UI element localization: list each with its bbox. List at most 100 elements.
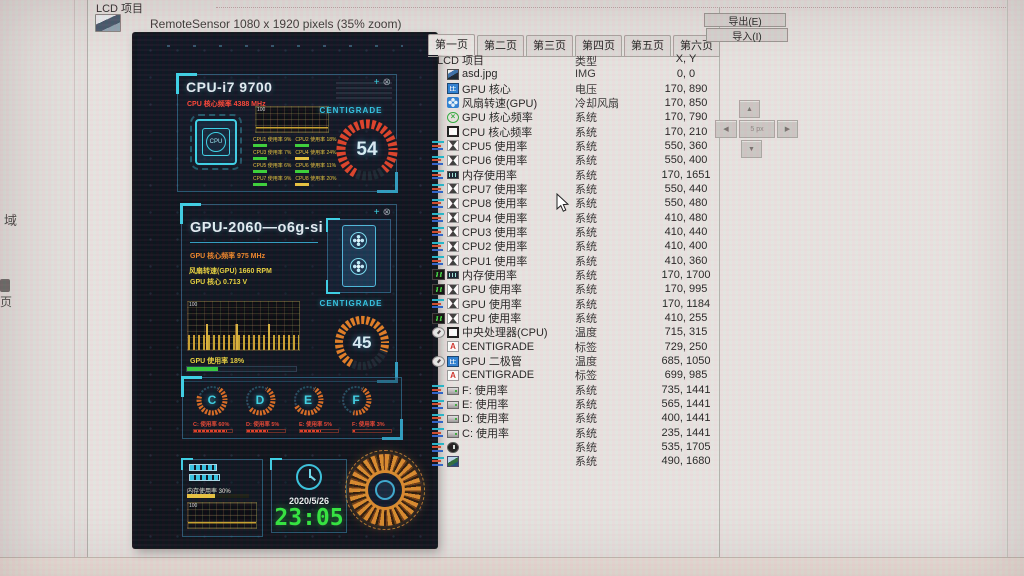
- cpu-chip-icon: CPU: [190, 114, 242, 170]
- table-row[interactable]: CPU6 使用率 系统 550, 400: [428, 153, 719, 167]
- table-row[interactable]: CPU3 使用率 系统 410, 440: [428, 225, 719, 239]
- cpu-core-usage: CPU2 使用率 18%: [295, 136, 336, 147]
- item-name: asd.jpg: [462, 68, 498, 81]
- table-row[interactable]: GPU 核心频率系统170, 790: [428, 110, 719, 124]
- nudge-down-button[interactable]: ▼: [741, 140, 762, 158]
- table-row[interactable]: 内存使用率 系统 170, 1651: [428, 167, 719, 182]
- chip-icon: [447, 83, 459, 95]
- table-row[interactable]: GPU 核心 电压 170, 890: [428, 81, 719, 96]
- nudge-left-button[interactable]: ◀: [715, 120, 737, 138]
- table-row[interactable]: CPU 使用率 系统 410, 255: [428, 311, 719, 325]
- table-row[interactable]: CPU7 使用率 系统 550, 440: [428, 182, 719, 196]
- table-row[interactable]: CENTIGRADE标签699, 985: [428, 368, 719, 382]
- item-xy: 170, 890: [664, 82, 708, 95]
- bars-icon: [432, 140, 445, 152]
- table-row[interactable]: 系统 535, 1705: [428, 440, 719, 454]
- arrow-down-icon: ▼: [748, 145, 755, 153]
- hourglass-icon: [447, 298, 459, 310]
- close-icon[interactable]: ⊗: [383, 207, 391, 218]
- hourglass-icon: [447, 154, 459, 166]
- panel-divider: [74, 0, 75, 576]
- table-row[interactable]: CPU5 使用率 系统 550, 360: [428, 139, 719, 153]
- close-icon[interactable]: ⊗: [383, 77, 391, 88]
- table-row[interactable]: GPU 使用率 系统 170, 1184: [428, 297, 719, 311]
- bars-icon: [432, 384, 445, 396]
- graph-icon: [432, 269, 445, 281]
- table-row[interactable]: CENTIGRADE标签729, 250: [428, 340, 719, 354]
- import-button[interactable]: 导入(I): [706, 28, 788, 43]
- table-row[interactable]: CPU8 使用率 系统 550, 480: [428, 196, 719, 210]
- table-row[interactable]: GPU 二极管 温度 685, 1050: [428, 354, 719, 368]
- gpu-centigrade-label: CENTIGRADE: [319, 299, 383, 308]
- table-row[interactable]: E: 使用率 系统 565, 1441: [428, 397, 719, 411]
- bars-icon: [432, 412, 445, 424]
- cpu-core-usage: CPU7 使用率 9%: [253, 175, 291, 186]
- chart-max-label: 100: [189, 503, 198, 509]
- core-usage-bar: [253, 170, 267, 173]
- table-divider: [719, 8, 720, 576]
- drive-usage-bar: [352, 429, 392, 433]
- gpu-usage-chart: 100: [187, 301, 300, 351]
- gpu-usage-label: GPU 使用率 18%: [190, 358, 245, 365]
- mouse-cursor: [556, 192, 570, 218]
- item-xy: 685, 1050: [661, 355, 711, 368]
- core-usage-bar: [295, 183, 310, 186]
- table-row[interactable]: GPU 使用率 系统 170, 995: [428, 282, 719, 296]
- hourglass-icon: [447, 240, 459, 252]
- drive-usage-label: D: 使用率 5%: [246, 420, 291, 433]
- item-name-cell: [428, 441, 575, 453]
- drive-usage-bar: [193, 429, 233, 433]
- clock-icon: [296, 464, 322, 490]
- item-name: GPU 二极管: [462, 356, 522, 369]
- table-row[interactable]: asd.jpg IMG 0, 0: [428, 67, 719, 81]
- preview-thumbnail-icon: [95, 14, 121, 32]
- item-xy: 170, 1700: [661, 268, 711, 281]
- hourglass-icon: [447, 197, 459, 209]
- memory-widget-panel[interactable]: 内存使用率 30% 100: [181, 458, 263, 537]
- sidebar-partial-text: 域: [4, 213, 18, 228]
- table-row[interactable]: C: 使用率 系统 235, 1441: [428, 426, 719, 440]
- label-icon: [447, 341, 459, 353]
- bars-icon: [432, 197, 445, 209]
- table-row[interactable]: 中央处理器(CPU) 温度 715, 315: [428, 325, 719, 339]
- cpu-temp-gauge[interactable]: 54: [334, 117, 400, 183]
- item-type: 系统: [575, 456, 597, 469]
- time-label: 23:05: [274, 505, 344, 531]
- nudge-pad: ▲ ◀ 5 px ▶ ▼: [710, 96, 802, 162]
- nudge-up-button[interactable]: ▲: [739, 100, 760, 118]
- table-row[interactable]: D: 使用率 系统 400, 1441: [428, 411, 719, 425]
- add-icon[interactable]: +: [374, 77, 380, 88]
- gpu-card-icon: [342, 225, 376, 287]
- table-row[interactable]: F: 使用率 系统 735, 1441: [428, 383, 719, 397]
- gpu-widget-panel[interactable]: GPU-2060—o6g-si GPU 核心频率 975 MHz 风扇转速(GP…: [180, 203, 398, 383]
- cpu-core-usage: CPU8 使用率 20%: [295, 175, 336, 186]
- gauge-icon: [432, 355, 445, 367]
- chip-icon: [447, 355, 459, 367]
- cpu-core-usage: CPU6 使用率 11%: [295, 162, 336, 173]
- item-name: C: 使用率: [462, 427, 510, 440]
- col-header-name: LCD 项目: [437, 55, 485, 67]
- table-row[interactable]: CPU4 使用率 系统 410, 480: [428, 210, 719, 225]
- drives-widget-panel[interactable]: C D E F C: 使用率 60% D: 使用率 5% E: 使用率 5% F: 使用率 …: [181, 376, 403, 440]
- col-header-xy: X, Y: [675, 53, 697, 65]
- table-row[interactable]: 风扇转速(GPU) 冷却风扇 170, 850: [428, 96, 719, 110]
- table-row[interactable]: CPU2 使用率 系统 410, 400: [428, 239, 719, 253]
- graph-icon: [432, 283, 445, 295]
- table-row[interactable]: 系统 490, 1680: [428, 454, 719, 468]
- item-xy: 410, 480: [664, 211, 708, 224]
- export-button[interactable]: 导出(E): [704, 13, 786, 28]
- add-icon[interactable]: +: [374, 207, 380, 218]
- table-row[interactable]: 内存使用率 系统 170, 1700: [428, 268, 719, 282]
- table-row[interactable]: CPU 核心频率 系统 170, 210: [428, 124, 719, 139]
- table-row[interactable]: CPU1 使用率 系统 410, 360: [428, 253, 719, 268]
- cpu-widget-panel[interactable]: CPU-i7 9700 CPU 核心频率 4388 MHz CPU 100 CP…: [176, 73, 400, 193]
- gpu-temp-gauge[interactable]: 45: [332, 313, 392, 373]
- lcd-preview[interactable]: CPU-i7 9700 CPU 核心频率 4388 MHz CPU 100 CP…: [133, 33, 437, 548]
- clock-widget-panel[interactable]: 2020/5/26 23:05: [270, 458, 347, 533]
- hourglass-icon: [447, 183, 459, 195]
- gpu-frequency-label: GPU 核心频率 975 MHz: [190, 253, 266, 260]
- core-label: CPU1 使用率 9%: [253, 137, 292, 143]
- label-icon: [447, 369, 459, 381]
- nudge-right-button[interactable]: ▶: [777, 120, 798, 138]
- item-xy: 0, 0: [676, 68, 696, 81]
